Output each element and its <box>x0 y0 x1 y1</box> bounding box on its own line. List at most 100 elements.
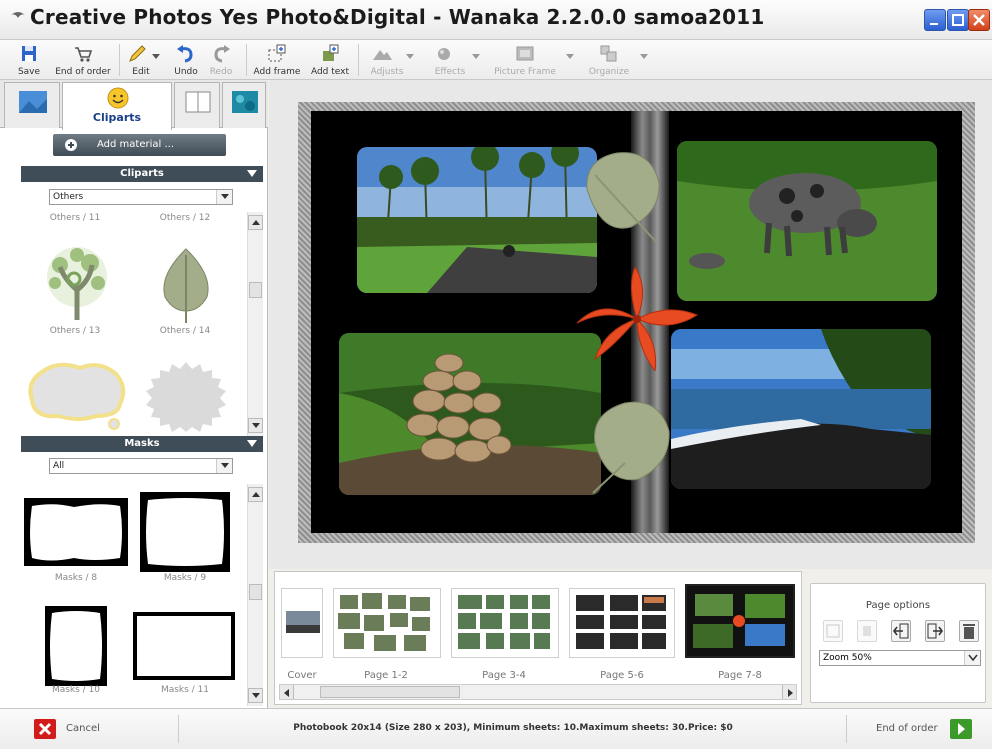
scroll-down-icon[interactable] <box>248 418 263 433</box>
photo-palm-road[interactable] <box>357 147 597 293</box>
add-page-icon <box>826 624 840 638</box>
page-thumb-5-6[interactable] <box>569 588 675 658</box>
photobook-spread[interactable] <box>298 102 975 543</box>
adjusts-button[interactable]: Adjusts <box>362 40 414 80</box>
status-bar: Cancel Photobook 20x14 (Size 280 x 203),… <box>0 708 992 749</box>
cancel-button[interactable] <box>34 719 56 739</box>
add-material-button[interactable]: Add material ... <box>53 134 226 156</box>
chevron-down-icon <box>216 190 232 204</box>
scroll-right-icon[interactable] <box>782 685 796 699</box>
trash-icon <box>963 624 975 639</box>
organize-button[interactable]: Organize <box>584 40 648 80</box>
title-bar: Creative Photos Yes Photo&Digital - Wana… <box>0 0 992 40</box>
redo-label: Redo <box>209 67 233 77</box>
effects-button[interactable]: Effects <box>420 40 480 80</box>
tab-cliparts[interactable]: Cliparts <box>62 82 172 130</box>
left-panel: Cliparts Add material ... Cliparts Other… <box>0 80 268 708</box>
page-label: Page 3-4 <box>482 670 526 681</box>
add-page-button[interactable] <box>823 620 843 642</box>
undo-button[interactable]: Undo <box>168 40 204 80</box>
cliparts-category-value: Others <box>53 192 84 202</box>
insert-page-button[interactable] <box>857 620 877 642</box>
chevron-down-icon <box>216 459 232 473</box>
close-icon <box>973 14 985 26</box>
end-of-order-footer-button[interactable] <box>950 719 972 739</box>
tab-backgrounds[interactable] <box>4 82 60 128</box>
scroll-down-icon[interactable] <box>248 688 263 703</box>
end-of-order-label: End of order <box>55 67 111 77</box>
scroll-thumb[interactable] <box>249 282 262 298</box>
mask-thumbnail[interactable] <box>45 606 107 686</box>
pages-horizontal-scrollbar[interactable] <box>279 684 797 700</box>
chevron-down-icon <box>964 651 980 665</box>
page-thumb-1-2[interactable] <box>333 588 441 658</box>
page-thumb-7-8[interactable] <box>685 584 795 658</box>
organize-label: Organize <box>588 67 630 77</box>
scroll-thumb[interactable] <box>320 686 460 698</box>
cliparts-scrollbar[interactable] <box>247 212 263 436</box>
page-thumb-cover[interactable] <box>281 588 323 658</box>
page-label: Page 5-6 <box>600 670 644 681</box>
tab-masks[interactable] <box>222 82 266 128</box>
tab-cliparts-label: Cliparts <box>92 111 142 124</box>
undo-icon <box>177 45 193 63</box>
undo-label: Undo <box>174 67 198 77</box>
scroll-thumb[interactable] <box>249 584 262 600</box>
save-button[interactable]: Save <box>12 40 46 80</box>
mask-thumbnail[interactable] <box>140 492 230 572</box>
mask-thumbnail[interactable] <box>133 612 235 680</box>
masks-section-header[interactable]: Masks <box>21 436 263 452</box>
scroll-left-icon[interactable] <box>280 685 294 699</box>
end-of-order-footer-label[interactable]: End of order <box>876 723 938 734</box>
cliparts-category-select[interactable]: Others <box>49 189 233 205</box>
photo-rock-cairn[interactable] <box>339 333 601 495</box>
redo-button[interactable]: Redo <box>204 40 238 80</box>
leaf-clipart-bottom[interactable] <box>585 393 673 497</box>
scroll-up-icon[interactable] <box>248 487 263 502</box>
mask-caption: Masks / 10 <box>51 685 101 695</box>
tab-layouts[interactable] <box>174 82 220 128</box>
add-frame-button[interactable]: Add frame <box>250 40 304 80</box>
minimize-icon <box>930 23 938 25</box>
scroll-up-icon[interactable] <box>248 215 263 230</box>
clipart-caption: Others / 11 <box>49 213 101 223</box>
delete-page-button[interactable] <box>959 620 979 642</box>
pages-strip[interactable]: Cover Page 1-2 Page 3-4 Page 5-6 Page 7-… <box>274 571 802 705</box>
clipart-sunburst[interactable] <box>140 360 232 432</box>
flower-clipart[interactable] <box>575 267 699 371</box>
redo-icon <box>214 45 230 63</box>
add-text-button[interactable]: Add text <box>306 40 354 80</box>
organize-icon <box>600 45 617 62</box>
page-options-panel: Page options Zoom 50% <box>810 583 986 703</box>
editor-canvas[interactable] <box>269 80 992 569</box>
plus-circle-icon <box>65 139 77 151</box>
page-label: Page 1-2 <box>364 670 408 681</box>
clipart-cloud-bubble[interactable] <box>28 360 128 432</box>
clipart-leaf[interactable] <box>155 245 217 325</box>
end-of-order-button[interactable]: End of order <box>50 40 116 80</box>
page-thumb-3-4[interactable] <box>451 588 559 658</box>
picture-frame-button[interactable]: Picture Frame <box>486 40 574 80</box>
move-page-left-button[interactable] <box>891 620 911 642</box>
picture-frame-icon <box>516 46 534 61</box>
close-button[interactable] <box>968 9 990 31</box>
photo-coast[interactable] <box>671 329 931 489</box>
leaf-clipart-top[interactable] <box>581 149 663 247</box>
add-material-label: Add material ... <box>97 139 174 150</box>
mask-caption: Masks / 9 <box>163 573 207 583</box>
cancel-label[interactable]: Cancel <box>66 723 100 734</box>
edit-button[interactable]: Edit <box>122 40 160 80</box>
texture-icon <box>232 91 258 113</box>
app-window: Creative Photos Yes Photo&Digital - Wana… <box>0 0 992 749</box>
move-page-right-button[interactable] <box>925 620 945 642</box>
cliparts-section-header[interactable]: Cliparts <box>21 166 263 182</box>
photo-pig[interactable] <box>677 141 937 301</box>
mask-thumbnail[interactable] <box>24 498 128 566</box>
clipart-tree[interactable] <box>30 245 124 325</box>
masks-header-label: Masks <box>124 438 160 449</box>
minimize-button[interactable] <box>924 9 946 31</box>
maximize-button[interactable] <box>947 9 969 31</box>
masks-category-select[interactable]: All <box>49 458 233 474</box>
page-3-4-thumbnail <box>458 595 550 649</box>
zoom-select[interactable]: Zoom 50% <box>819 650 981 666</box>
